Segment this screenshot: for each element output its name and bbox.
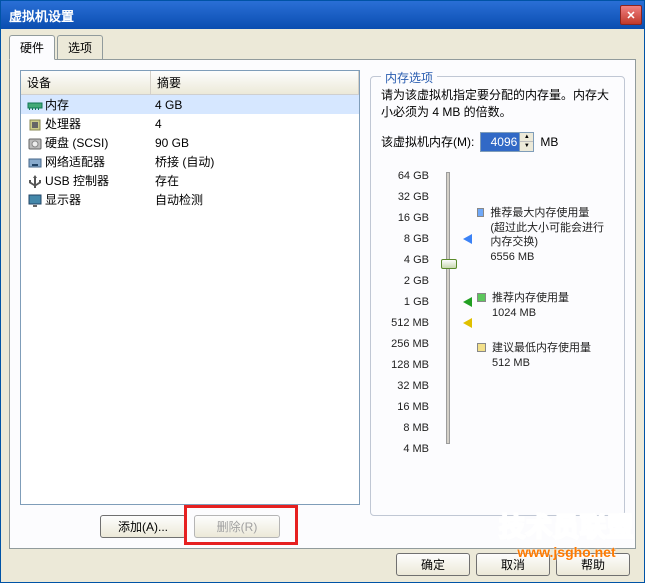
recommendations: 推荐最大内存使用量(超过此大小可能会进行内存交换)6556 MB 推荐内存使用量1… — [477, 166, 614, 466]
tick-label: 2 GB — [404, 271, 433, 292]
device-list-header: 设备 摘要 — [21, 71, 359, 95]
memory-icon — [27, 98, 43, 112]
spin-down-icon[interactable]: ▼ — [520, 142, 533, 151]
device-summary: 90 GB — [151, 136, 355, 150]
memory-input[interactable] — [481, 133, 519, 151]
tab-options[interactable]: 选项 — [57, 35, 103, 60]
rec-title: 推荐内存使用量 — [492, 291, 569, 306]
device-name: 内存 — [45, 96, 151, 113]
col-summary[interactable]: 摘要 — [151, 71, 359, 94]
legend-swatch-icon — [477, 343, 486, 352]
tick-label: 32 MB — [397, 376, 433, 397]
device-summary: 存在 — [151, 172, 355, 189]
memory-slider[interactable] — [433, 166, 463, 466]
col-device[interactable]: 设备 — [21, 71, 151, 94]
device-row[interactable]: USB 控制器存在 — [21, 171, 359, 190]
device-summary: 自动检测 — [151, 191, 355, 208]
recommendation-max: 推荐最大内存使用量(超过此大小可能会进行内存交换)6556 MB — [477, 206, 614, 265]
tab-hardware[interactable]: 硬件 — [9, 35, 55, 60]
tick-label: 4 MB — [403, 439, 433, 460]
device-row[interactable]: 内存4 GB — [21, 95, 359, 114]
device-summary: 4 GB — [151, 98, 355, 112]
slider-marks — [463, 166, 477, 466]
display-icon — [27, 193, 43, 207]
rec-title: 推荐最大内存使用量 — [490, 206, 614, 221]
window-title: 虚拟机设置 — [9, 6, 74, 25]
device-row[interactable]: 显示器自动检测 — [21, 190, 359, 209]
device-name: 网络适配器 — [45, 153, 151, 170]
cancel-button[interactable]: 取消 — [476, 553, 550, 576]
legend-swatch-icon — [477, 208, 484, 217]
legend-swatch-icon — [477, 293, 486, 302]
tick-label: 16 MB — [397, 397, 433, 418]
memory-input-label: 该虚拟机内存(M): — [381, 133, 474, 150]
device-name: 显示器 — [45, 191, 151, 208]
device-row[interactable]: 硬盘 (SCSI)90 GB — [21, 133, 359, 152]
rec-note: (超过此大小可能会进行内存交换) — [490, 221, 614, 251]
tick-label: 32 GB — [398, 187, 433, 208]
tick-label: 4 GB — [404, 250, 433, 271]
device-name: USB 控制器 — [45, 172, 151, 189]
slider-tick-labels: 64 GB32 GB16 GB8 GB4 GB2 GB1 GB512 MB256… — [381, 166, 433, 466]
mark-max-icon — [463, 234, 472, 244]
device-name: 处理器 — [45, 115, 151, 132]
usb-icon — [27, 174, 43, 188]
tick-label: 64 GB — [398, 166, 433, 187]
device-row[interactable]: 处理器4 — [21, 114, 359, 133]
tick-label: 256 MB — [391, 334, 433, 355]
help-button[interactable]: 帮助 — [556, 553, 630, 576]
memory-description: 请为该虚拟机指定要分配的内存量。内存大小必须为 4 MB 的倍数。 — [381, 87, 614, 122]
device-summary: 4 — [151, 117, 355, 131]
tick-label: 16 GB — [398, 208, 433, 229]
device-name: 硬盘 (SCSI) — [45, 134, 151, 151]
tick-label: 8 MB — [403, 418, 433, 439]
mark-rec-icon — [463, 297, 472, 307]
device-row[interactable]: 网络适配器桥接 (自动) — [21, 152, 359, 171]
remove-button: 删除(R) — [194, 515, 280, 538]
tick-label: 128 MB — [391, 355, 433, 376]
add-button[interactable]: 添加(A)... — [100, 515, 186, 538]
ok-button[interactable]: 确定 — [396, 553, 470, 576]
device-summary: 桥接 (自动) — [151, 153, 355, 170]
memory-group-title: 内存选项 — [381, 69, 437, 86]
device-list[interactable]: 设备 摘要 内存4 GB处理器4硬盘 (SCSI)90 GB网络适配器桥接 (自… — [20, 70, 360, 505]
rec-title: 建议最低内存使用量 — [492, 341, 591, 356]
spin-up-icon[interactable]: ▲ — [520, 133, 533, 143]
memory-unit: MB — [540, 135, 558, 149]
mark-min-icon — [463, 318, 472, 328]
tick-label: 8 GB — [404, 229, 433, 250]
slider-thumb[interactable] — [441, 259, 457, 269]
cpu-icon — [27, 117, 43, 131]
memory-spinner[interactable]: ▲ ▼ — [480, 132, 534, 152]
recommendation-min: 建议最低内存使用量512 MB — [477, 341, 591, 371]
memory-group: 内存选项 请为该虚拟机指定要分配的内存量。内存大小必须为 4 MB 的倍数。 该… — [370, 76, 625, 516]
tick-label: 512 MB — [391, 313, 433, 334]
close-button[interactable]: ✕ — [620, 5, 642, 25]
rec-value: 1024 MB — [492, 306, 569, 321]
disk-icon — [27, 136, 43, 150]
recommendation-rec: 推荐内存使用量1024 MB — [477, 291, 569, 321]
rec-value: 512 MB — [492, 356, 591, 371]
tick-label: 1 GB — [404, 292, 433, 313]
rec-value: 6556 MB — [490, 250, 614, 265]
nic-icon — [27, 155, 43, 169]
tabs: 硬件 选项 — [9, 35, 636, 60]
